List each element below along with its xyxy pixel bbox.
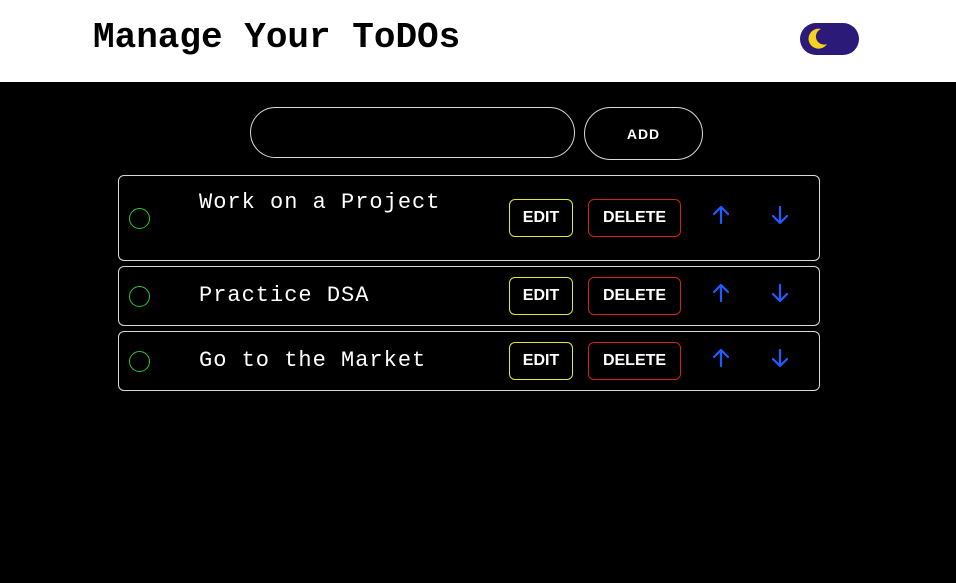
todo-item: Practice DSA EDIT DELETE	[118, 266, 820, 326]
todo-item: Go to the Market EDIT DELETE	[118, 331, 820, 391]
complete-checkbox[interactable]	[129, 286, 150, 307]
edit-button[interactable]: EDIT	[509, 277, 573, 315]
theme-toggle[interactable]	[800, 23, 859, 55]
todo-text: Practice DSA	[199, 283, 370, 308]
moon-icon	[808, 28, 827, 49]
delete-button[interactable]: DELETE	[588, 199, 681, 237]
add-button[interactable]: ADD	[584, 107, 703, 160]
page-title: Manage Your ToDOs	[93, 17, 461, 58]
move-down-arrow-icon[interactable]	[769, 347, 791, 369]
todo-input[interactable]	[250, 107, 575, 158]
move-up-arrow-icon[interactable]	[710, 347, 732, 369]
delete-button[interactable]: DELETE	[588, 277, 681, 315]
complete-checkbox[interactable]	[129, 351, 150, 372]
move-down-arrow-icon[interactable]	[769, 282, 791, 304]
move-up-arrow-icon[interactable]	[710, 282, 732, 304]
complete-checkbox[interactable]	[129, 208, 150, 229]
todo-item: Work on a Project EDIT DELETE	[118, 175, 820, 261]
app-header: Manage Your ToDOs	[0, 0, 956, 82]
edit-button[interactable]: EDIT	[509, 199, 573, 237]
move-up-arrow-icon[interactable]	[710, 204, 732, 226]
todo-main: ADD Work on a Project EDIT DELETE Practi…	[0, 82, 956, 583]
move-down-arrow-icon[interactable]	[769, 204, 791, 226]
edit-button[interactable]: EDIT	[509, 342, 573, 380]
delete-button[interactable]: DELETE	[588, 342, 681, 380]
todo-text: Go to the Market	[199, 348, 427, 373]
todo-text: Work on a Project	[199, 190, 441, 215]
